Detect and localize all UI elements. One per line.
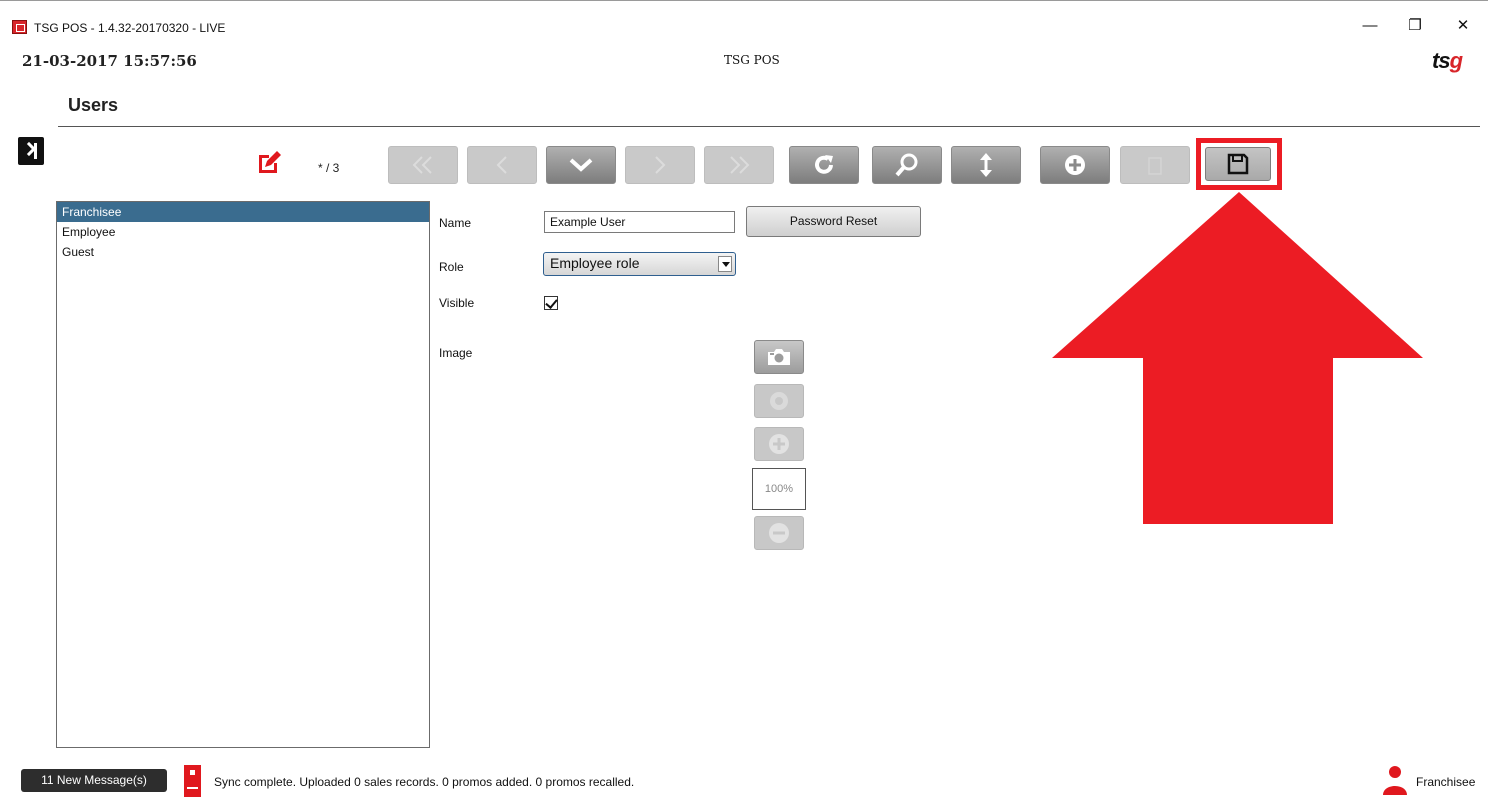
red-arrow-annotation [1052,192,1423,524]
first-record-button[interactable] [388,146,458,184]
minimize-button[interactable]: — [1355,14,1385,38]
password-reset-button[interactable]: Password Reset [746,206,921,237]
edit-icon [256,150,282,176]
title-divider [58,126,1480,127]
name-field[interactable] [544,211,735,233]
restore-button[interactable]: ❐ [1400,14,1430,38]
user-icon [1383,766,1407,795]
magnifier-icon [895,153,918,177]
logo-main: ts [1432,48,1451,73]
floppy-disk-icon [1227,153,1249,175]
delete-button[interactable] [1120,146,1190,184]
name-label: Name [439,216,472,230]
chevron-right-icon [655,156,666,174]
sync-status-text: Sync complete. Uploaded 0 sales records.… [214,775,635,789]
remove-image-button[interactable] [754,384,804,418]
double-chevron-right-icon [730,156,750,174]
window-title: TSG POS - 1.4.32-20170320 - LIVE [34,21,226,35]
app-name: TSG POS [724,53,780,67]
datetime-display: 21-03-2017 15:57:56 [22,52,197,70]
sync-status-icon [184,765,201,797]
visible-label: Visible [439,296,475,310]
refresh-button[interactable] [789,146,859,184]
last-record-button[interactable] [704,146,774,184]
search-button[interactable] [872,146,942,184]
image-label: Image [439,346,473,360]
list-item[interactable]: Franchisee [57,202,429,222]
list-item[interactable]: Employee [57,222,429,242]
user-list[interactable]: Franchisee Employee Guest [56,201,430,748]
new-messages-button[interactable]: 11 New Message(s) [21,769,167,792]
visible-checkbox[interactable] [544,296,558,310]
tsg-logo: tsg [1432,48,1463,74]
role-value: Employee role [550,255,640,271]
refresh-icon [815,155,833,174]
zoom-level: 100% [752,468,806,510]
add-button[interactable] [1040,146,1110,184]
sort-button[interactable] [951,146,1021,184]
close-button[interactable]: ✕ [1448,14,1478,38]
page-title: Users [68,95,119,115]
save-button[interactable] [1205,147,1271,181]
logo-accent: g [1449,48,1463,73]
current-user-name[interactable]: Franchisee [1416,775,1475,789]
camera-button[interactable] [754,340,804,374]
plus-circle-icon [769,434,789,454]
next-record-button[interactable] [625,146,695,184]
chevron-down-icon [718,256,732,272]
zoom-in-button[interactable] [754,427,804,461]
previous-record-button[interactable] [467,146,537,184]
chevron-down-icon [569,158,593,172]
role-select[interactable]: Employee role [543,252,736,276]
expand-sidebar-button[interactable] [18,137,44,165]
camera-icon [768,349,790,365]
vertical-arrows-icon [980,153,992,177]
record-count: * / 3 [318,161,340,175]
double-chevron-left-icon [412,156,432,174]
dropdown-button[interactable] [546,146,616,184]
minus-circle-icon [769,523,789,543]
trash-icon [1148,157,1162,175]
plus-circle-icon [1065,155,1085,175]
zoom-out-button[interactable] [754,516,804,550]
app-icon [12,20,27,34]
list-item[interactable]: Guest [57,242,429,262]
chevron-left-icon [496,156,507,174]
role-label: Role [439,260,464,274]
clear-image-icon [770,392,788,410]
